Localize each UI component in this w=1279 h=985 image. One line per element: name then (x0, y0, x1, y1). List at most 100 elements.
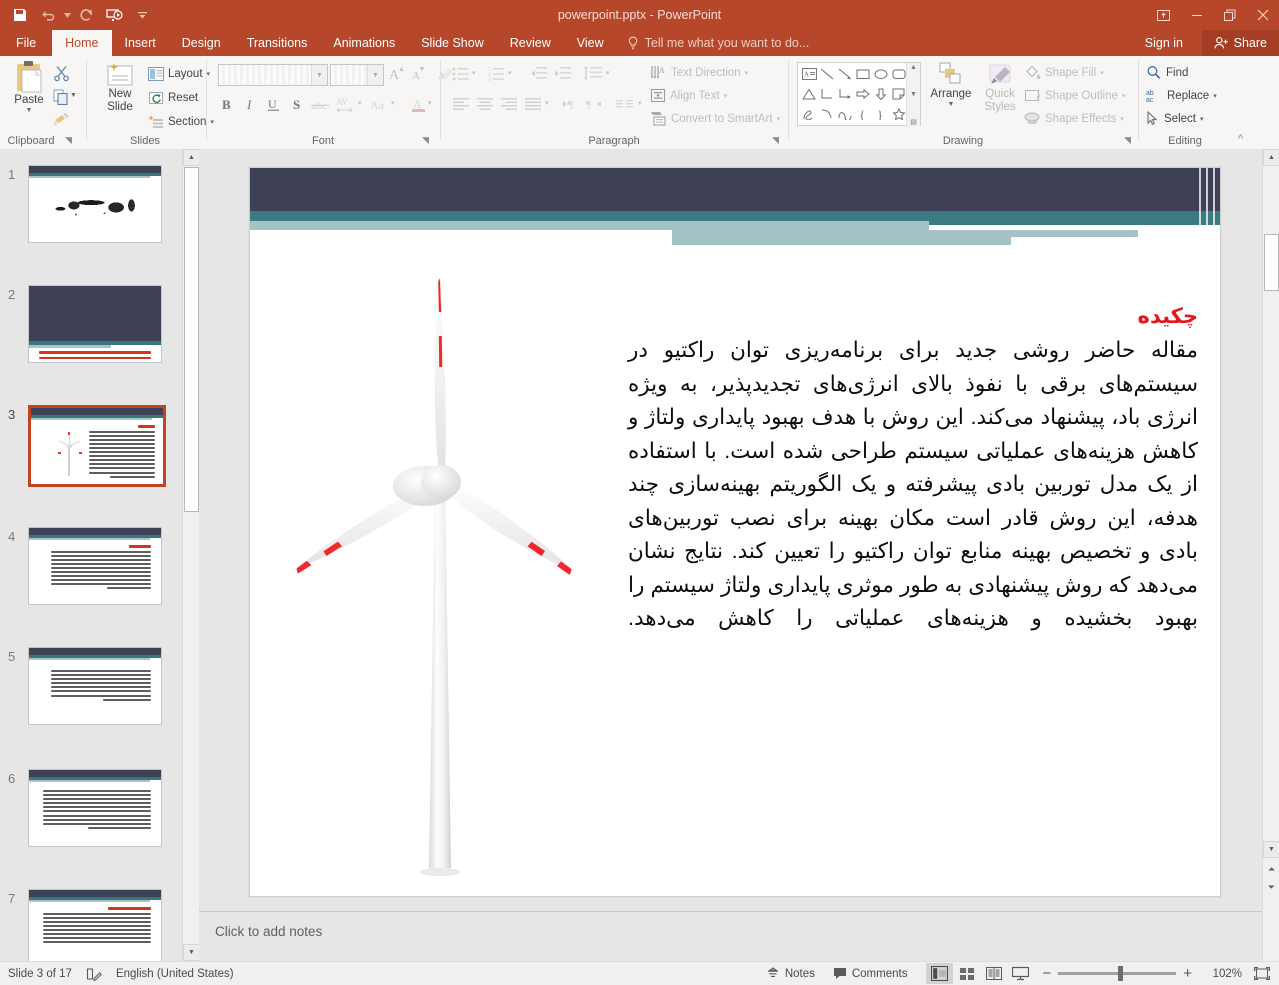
reset-button[interactable]: Reset (148, 86, 198, 109)
thumbnail-slide-3[interactable]: 3 (8, 405, 166, 487)
font-dialog-launcher[interactable]: ◥ (422, 135, 429, 146)
align-right-button[interactable] (498, 93, 520, 115)
notes-placeholder[interactable]: Click to add notes (215, 924, 322, 939)
zoom-in-button[interactable]: + (1183, 965, 1192, 982)
slide-pane-scrollbar[interactable]: ▲ ▼ ⏶ ⏷ (1262, 149, 1279, 961)
decrease-font-size-button[interactable]: A (408, 62, 430, 84)
thumbnail-slide-1[interactable]: 1 (8, 165, 162, 243)
zoom-thumb[interactable] (1118, 966, 1124, 981)
clipboard-dialog-launcher[interactable]: ◥ (65, 135, 72, 146)
text-direction-button[interactable]: A Text Direction ▾ (650, 61, 748, 84)
shape-effects-dropdown-icon[interactable]: ▾ (1120, 115, 1124, 123)
arrange-dropdown-icon[interactable]: ▼ (948, 101, 955, 108)
font-size-value[interactable] (331, 65, 367, 85)
section-button[interactable]: Section ▾ (148, 110, 214, 133)
shapes-gallery-scrollbar[interactable]: ▲ ▼ ▤ (906, 63, 920, 127)
rtl-text-direction-button[interactable]: ¶ (584, 93, 606, 115)
restore-icon[interactable] (1213, 0, 1246, 30)
select-button[interactable]: Select ▾ (1146, 107, 1203, 130)
tab-design[interactable]: Design (169, 30, 234, 56)
tab-insert[interactable]: Insert (112, 30, 169, 56)
font-name-field[interactable]: ▼ (218, 64, 328, 86)
copy-button[interactable] (50, 86, 72, 108)
thumbnail-slide-5[interactable]: 5 (8, 647, 162, 725)
tell-me-box[interactable]: Tell me what you want to do... (617, 30, 820, 56)
zoom-track[interactable] (1058, 966, 1177, 981)
increase-indent-button[interactable] (552, 63, 574, 85)
tab-transitions[interactable]: Transitions (234, 30, 321, 56)
thumbnail-pane-scrollbar[interactable]: ▲ ▼ (182, 149, 200, 961)
thumbnail-scroll-up-button[interactable]: ▲ (183, 149, 200, 166)
slide-scrollbar-thumb[interactable] (1264, 234, 1279, 291)
replace-dropdown-icon[interactable]: ▾ (1213, 92, 1217, 100)
text-shadow-button[interactable]: S (285, 93, 307, 115)
bullets-dropdown-icon[interactable]: ▾ (472, 69, 476, 77)
text-direction-dropdown-icon[interactable]: ▾ (745, 69, 749, 77)
shape-left-brace-icon[interactable]: { (854, 104, 872, 124)
new-slide-button[interactable]: New Slide (94, 62, 146, 114)
tab-review[interactable]: Review (497, 30, 564, 56)
slide-sorter-view-button[interactable] (953, 963, 980, 984)
shape-elbow-connector-icon[interactable] (818, 84, 836, 104)
shape-rectangle-icon[interactable] (854, 64, 872, 84)
notes-pane[interactable]: Click to add notes (199, 911, 1262, 962)
font-name-value[interactable] (219, 65, 311, 85)
columns-dropdown-icon[interactable]: ▾ (545, 99, 549, 107)
current-slide[interactable]: چکیده مقاله حاضر روشی جدید برای برنامه‌ر… (249, 167, 1221, 897)
shape-arrow-icon[interactable] (836, 64, 854, 84)
tab-animations[interactable]: Animations (320, 30, 408, 56)
shape-scribble-icon[interactable] (800, 104, 818, 124)
justify-button[interactable] (522, 93, 544, 115)
numbering-dropdown-icon[interactable]: ▾ (508, 69, 512, 77)
character-spacing-dropdown-icon[interactable]: ▾ (358, 99, 362, 107)
fit-slide-button[interactable] (1248, 963, 1275, 984)
cut-button[interactable] (50, 62, 72, 84)
decrease-indent-button[interactable] (528, 63, 550, 85)
quick-styles-button[interactable]: Quick Styles (978, 62, 1022, 114)
thumbnail-scrollbar-thumb[interactable] (184, 167, 199, 512)
shape-fill-button[interactable]: Shape Fill ▾ (1024, 61, 1104, 84)
underline-button[interactable]: U (262, 93, 284, 115)
columns-button[interactable] (614, 93, 636, 115)
format-painter-button[interactable] (50, 108, 72, 130)
zoom-level-label[interactable]: 102% (1200, 968, 1248, 980)
layout-button[interactable]: Layout ▾ (148, 62, 210, 85)
wind-turbine-image[interactable] (275, 268, 605, 888)
font-size-field[interactable]: ▼ (330, 64, 384, 86)
paste-dropdown-icon[interactable]: ▼ (26, 107, 33, 114)
align-center-button[interactable] (474, 93, 496, 115)
thumbnail-slide-6[interactable]: 6 (8, 769, 162, 847)
ribbon-display-options-icon[interactable] (1147, 0, 1180, 30)
gallery-more-icon[interactable]: ▤ (910, 118, 917, 126)
line-spacing-button[interactable] (582, 63, 604, 85)
zoom-slider[interactable]: − + (1034, 965, 1200, 982)
arrange-button[interactable]: Arrange ▼ (927, 62, 975, 108)
italic-button[interactable]: I (239, 93, 261, 115)
replace-button[interactable]: ab ac Replace ▾ (1146, 84, 1217, 107)
shape-outline-dropdown-icon[interactable]: ▾ (1122, 92, 1126, 100)
thumbnail-slide-2[interactable]: 2 (8, 285, 162, 363)
paragraph-dialog-launcher[interactable]: ◥ (772, 135, 779, 146)
shape-outline-button[interactable]: Shape Outline ▾ (1024, 84, 1125, 107)
shape-right-arrow-icon[interactable] (854, 84, 872, 104)
font-color-button[interactable]: A (408, 93, 430, 115)
slide-text-placeholder[interactable]: چکیده مقاله حاضر روشی جدید برای برنامه‌ر… (628, 304, 1198, 636)
increase-font-size-button[interactable]: A (386, 62, 408, 84)
language-indicator[interactable]: English (United States) (116, 968, 234, 980)
close-icon[interactable] (1246, 0, 1279, 30)
tab-view[interactable]: View (564, 30, 617, 56)
slide-scroll-up-button[interactable]: ▲ (1263, 149, 1279, 166)
thumbnail-slide-7[interactable]: 7 (8, 889, 162, 961)
minimize-icon[interactable] (1180, 0, 1213, 30)
shape-freeform-icon[interactable] (836, 104, 854, 124)
change-case-button[interactable]: Aa (368, 93, 390, 115)
numbering-button[interactable]: 123 (486, 63, 508, 85)
normal-view-button[interactable] (926, 963, 954, 984)
smartart-dropdown-icon[interactable]: ▾ (777, 115, 781, 123)
shape-down-arrow-icon[interactable] (872, 84, 890, 104)
font-size-dropdown-icon[interactable]: ▼ (367, 65, 383, 85)
comments-button[interactable]: Comments (824, 962, 917, 985)
share-button[interactable]: Share (1201, 30, 1279, 56)
slide-show-button[interactable] (1007, 963, 1034, 984)
tab-file[interactable]: File (0, 30, 52, 56)
